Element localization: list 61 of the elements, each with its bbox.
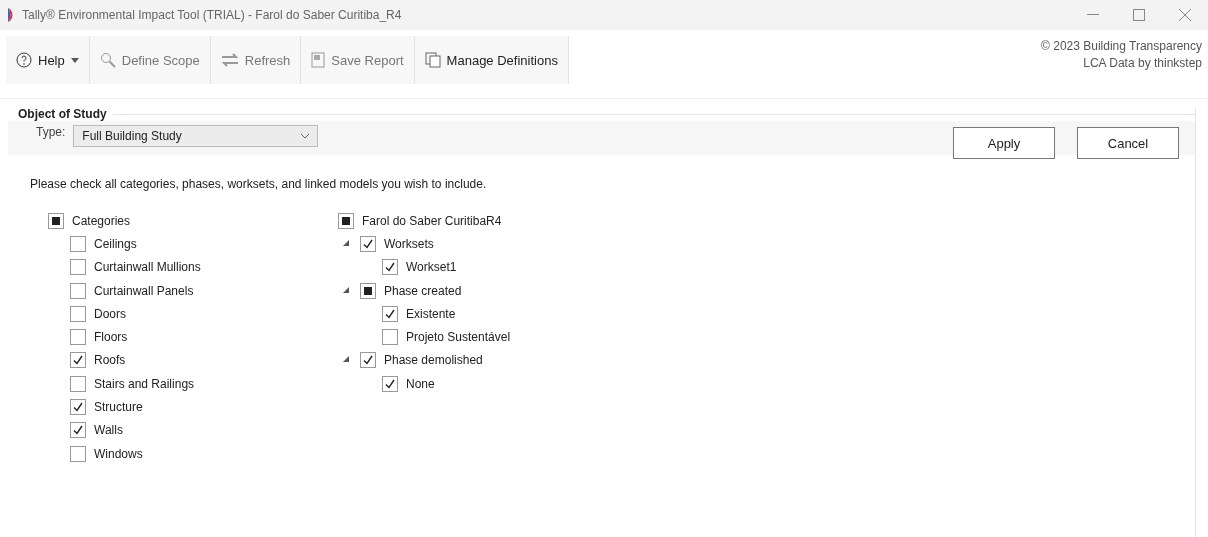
tree-item-label: Roofs (94, 353, 126, 368)
credit-text: LCA Data by thinkstep (1083, 55, 1202, 72)
tree-item-label: Structure (94, 400, 143, 414)
caret-icon (70, 57, 79, 63)
maximize-icon[interactable] (1133, 9, 1145, 21)
checkbox[interactable] (70, 352, 86, 369)
tree-item-label: Windows (94, 446, 143, 461)
checkbox[interactable] (360, 235, 376, 252)
toolbar-button[interactable]: Manage Definitions (414, 36, 569, 84)
tree-item-label: Doors (94, 306, 126, 321)
checkbox[interactable] (70, 282, 86, 299)
checkbox[interactable] (382, 329, 398, 346)
group-title: Object of Study (17, 107, 107, 121)
tree-item-label: Projeto Sustentável (406, 330, 511, 345)
checkbox[interactable] (382, 259, 398, 276)
search-icon (99, 52, 116, 68)
tree-item-label: Curtainwall Mullions (94, 260, 201, 275)
minimize-icon[interactable] (1087, 14, 1099, 16)
tree-item-label: Phase created (384, 283, 462, 298)
checkbox[interactable] (338, 212, 354, 229)
window-title: Tally® Environmental Impact Tool (TRIAL) - Farol do Saber Curitiba_R4 (22, 8, 402, 22)
copy-icon (424, 52, 441, 68)
refresh-icon (220, 53, 239, 67)
tree-item-label: Worksets (384, 236, 434, 251)
tree-item-label: Floors (94, 330, 128, 345)
checkbox[interactable] (70, 422, 86, 439)
checkbox[interactable] (70, 305, 86, 322)
tree-item-label: Categories (72, 213, 131, 228)
checkbox[interactable] (382, 305, 398, 322)
tree-item-label: Phase demolished (384, 353, 483, 368)
tree-item-label: Existente (406, 306, 456, 321)
tree-item-label: None (406, 376, 435, 391)
checkbox[interactable] (70, 399, 86, 415)
tree-item-label: Curtainwall Panels (94, 283, 194, 298)
checkbox[interactable] (70, 329, 86, 346)
tree-item-label: Stairs and Railings (94, 376, 195, 391)
tree-item-label: Workset1 (406, 260, 457, 275)
help-icon (16, 52, 32, 68)
tree-item-label: Ceilings (94, 236, 137, 251)
expand-arrow-icon[interactable] (342, 285, 352, 296)
tree-item-label: Walls (94, 423, 123, 438)
dialog-button[interactable]: Cancel (1077, 127, 1179, 159)
checkbox[interactable] (360, 352, 376, 369)
tree-item-label: Farol do Saber CuritibaR4 (362, 213, 502, 228)
instruction-text: Please check all categories, phases, worksets, and linked models you wish to include. (30, 177, 488, 191)
toolbar-button[interactable]: Help (6, 36, 90, 84)
checkbox[interactable] (70, 445, 86, 462)
checkbox[interactable] (70, 235, 86, 252)
dialog-button[interactable]: Apply (953, 127, 1055, 159)
checkbox[interactable] (70, 375, 86, 392)
document-icon (311, 52, 326, 68)
close-icon[interactable] (1179, 9, 1191, 21)
type-label: Type: (36, 125, 66, 139)
type-dropdown[interactable]: Full Building Study (73, 125, 319, 147)
checkbox[interactable] (48, 212, 64, 229)
checkbox[interactable] (70, 259, 86, 276)
expand-arrow-icon[interactable] (342, 238, 352, 249)
checkbox[interactable] (360, 282, 376, 299)
credit-text: © 2023 Building Transparency (1041, 38, 1202, 55)
checkbox[interactable] (382, 375, 398, 392)
chevron-icon (301, 133, 310, 139)
